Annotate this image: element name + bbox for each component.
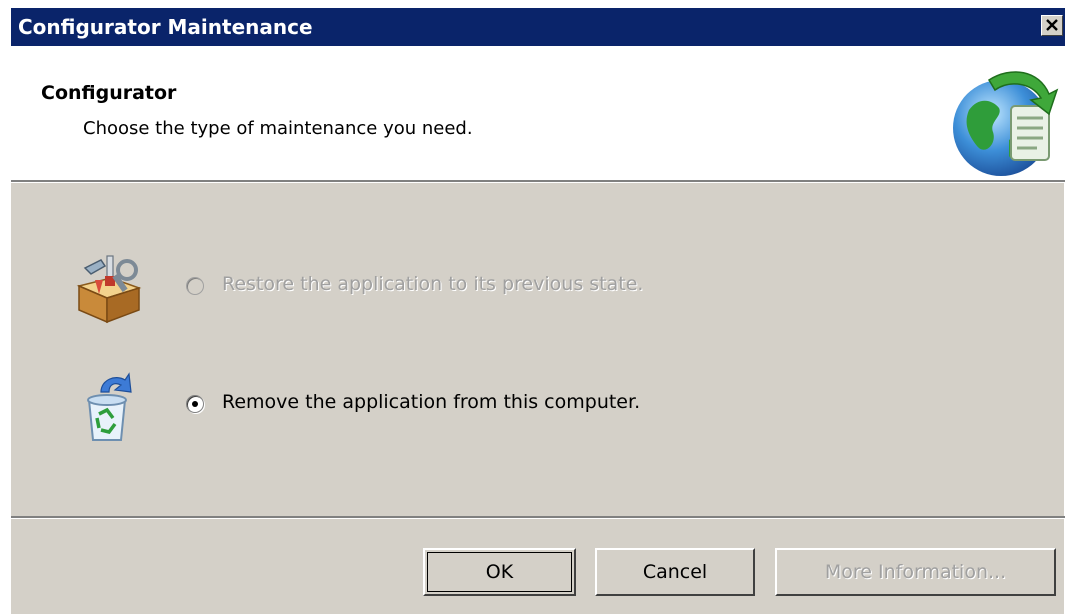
ok-button[interactable]: OK (423, 548, 576, 596)
recycle-bin-icon (87, 372, 132, 441)
close-button[interactable] (1041, 15, 1063, 36)
restore-label: Restore the application to its previous … (222, 273, 644, 295)
close-icon (1046, 19, 1058, 31)
more-information-button[interactable]: More Information... (775, 548, 1056, 596)
cancel-button[interactable]: Cancel (595, 548, 755, 596)
option-remove[interactable]: Remove the application from this compute… (71, 370, 771, 441)
page-subtitle: Choose the type of maintenance you need. (83, 118, 473, 139)
window-title: Configurator Maintenance (18, 15, 313, 39)
radio-selected-dot (192, 401, 198, 407)
toolbox-repair-icon (76, 255, 142, 324)
option-restore[interactable]: Restore the application to its previous … (71, 252, 771, 324)
maintenance-dialog: Configurator Maintenance Configurator Ch… (10, 8, 1065, 614)
header-separator (11, 180, 1065, 183)
restore-radio[interactable] (186, 277, 204, 295)
page-title: Configurator (41, 82, 177, 104)
footer-separator (11, 516, 1065, 519)
header-panel: Configurator Choose the type of maintena… (11, 46, 1065, 180)
remove-radio[interactable] (186, 395, 204, 413)
remove-label: Remove the application from this compute… (222, 391, 641, 413)
globe-setup-icon (953, 71, 1059, 176)
title-bar[interactable]: Configurator Maintenance (11, 8, 1065, 46)
